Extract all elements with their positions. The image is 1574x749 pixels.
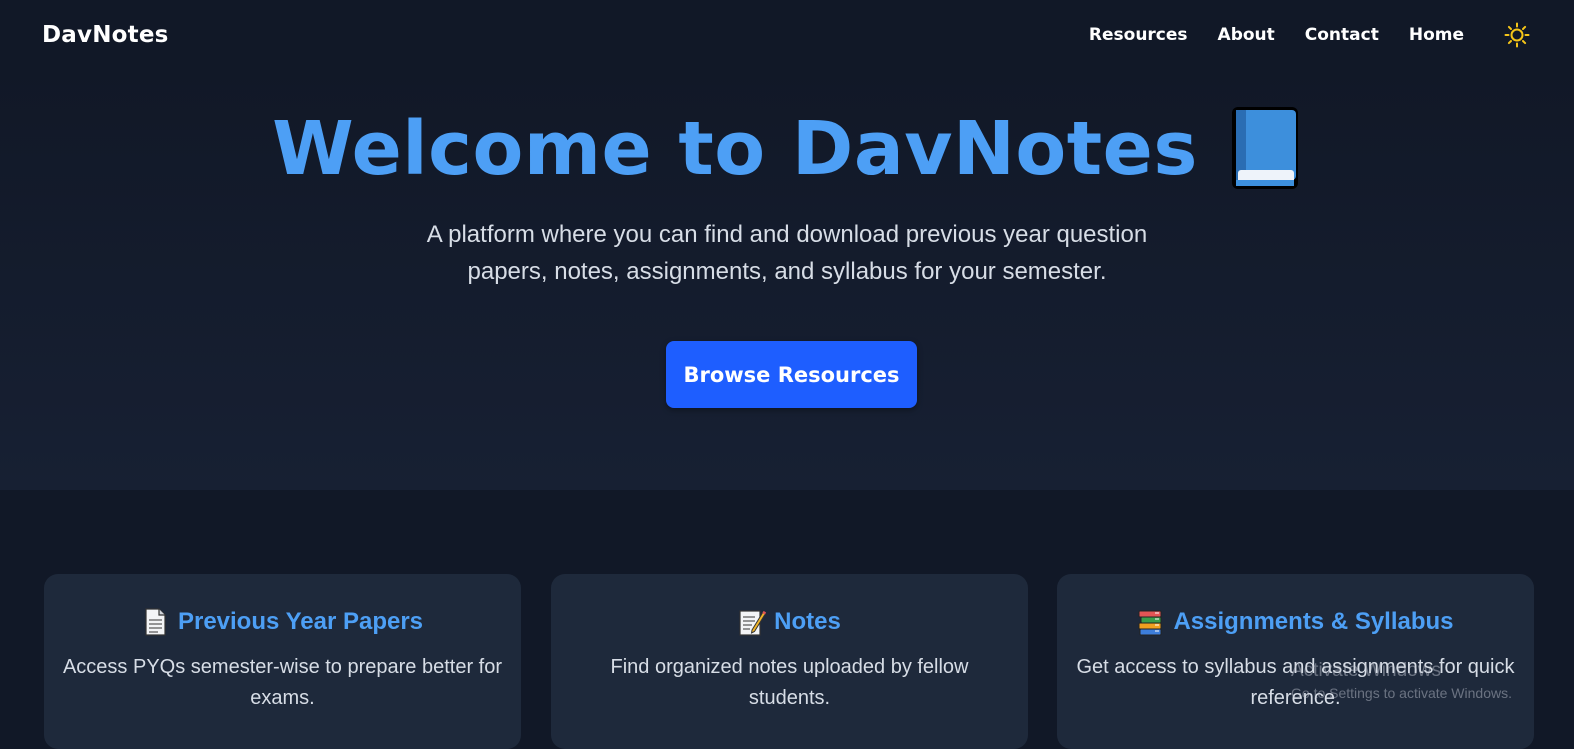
sun-icon xyxy=(1504,22,1530,48)
page-icon xyxy=(142,608,168,636)
books-icon xyxy=(1137,608,1163,636)
nav-link-home[interactable]: Home xyxy=(1409,25,1464,45)
watermark-subtitle: Go to Settings to activate Windows. xyxy=(1291,685,1512,701)
book-icon xyxy=(1228,104,1302,194)
feature-card-notes[interactable]: Notes Find organized notes uploaded by f… xyxy=(551,574,1028,749)
activate-windows-watermark: Activate Windows Go to Settings to activ… xyxy=(1291,660,1512,701)
hero-title-text: Welcome to DavNotes xyxy=(272,106,1198,192)
browse-resources-button[interactable]: Browse Resources xyxy=(666,341,917,408)
theme-toggle-button[interactable] xyxy=(1502,20,1532,50)
hero-title: Welcome to DavNotes xyxy=(0,104,1574,194)
brand-logo[interactable]: DavNotes xyxy=(42,22,169,48)
nav-link-about[interactable]: About xyxy=(1218,25,1275,45)
nav-link-resources[interactable]: Resources xyxy=(1089,25,1188,45)
feature-title-text: Assignments & Syllabus xyxy=(1173,608,1454,635)
feature-card-title: Assignments & Syllabus xyxy=(1057,608,1534,636)
feature-card-description: Access PYQs semester-wise to prepare bet… xyxy=(62,656,503,709)
hero-section: Welcome to DavNotes A platform where you… xyxy=(0,70,1574,490)
memo-icon xyxy=(738,608,767,636)
nav-link-contact[interactable]: Contact xyxy=(1305,25,1379,45)
feature-card-title: Previous Year Papers xyxy=(44,608,521,636)
features-section: Previous Year Papers Access PYQs semeste… xyxy=(0,490,1574,749)
feature-card-title: Notes xyxy=(551,608,1028,636)
watermark-title: Activate Windows xyxy=(1291,660,1441,681)
feature-card-description: Find organized notes uploaded by fellow … xyxy=(610,656,969,709)
feature-title-text: Previous Year Papers xyxy=(177,608,424,635)
hero-subtitle: A platform where you can find and downlo… xyxy=(426,221,1148,285)
nav-links: Resources About Contact Home xyxy=(1059,20,1532,50)
feature-card-papers[interactable]: Previous Year Papers Access PYQs semeste… xyxy=(44,574,521,749)
navbar: DavNotes Resources About Contact Home xyxy=(0,0,1574,70)
feature-title-text: Notes xyxy=(774,608,841,635)
